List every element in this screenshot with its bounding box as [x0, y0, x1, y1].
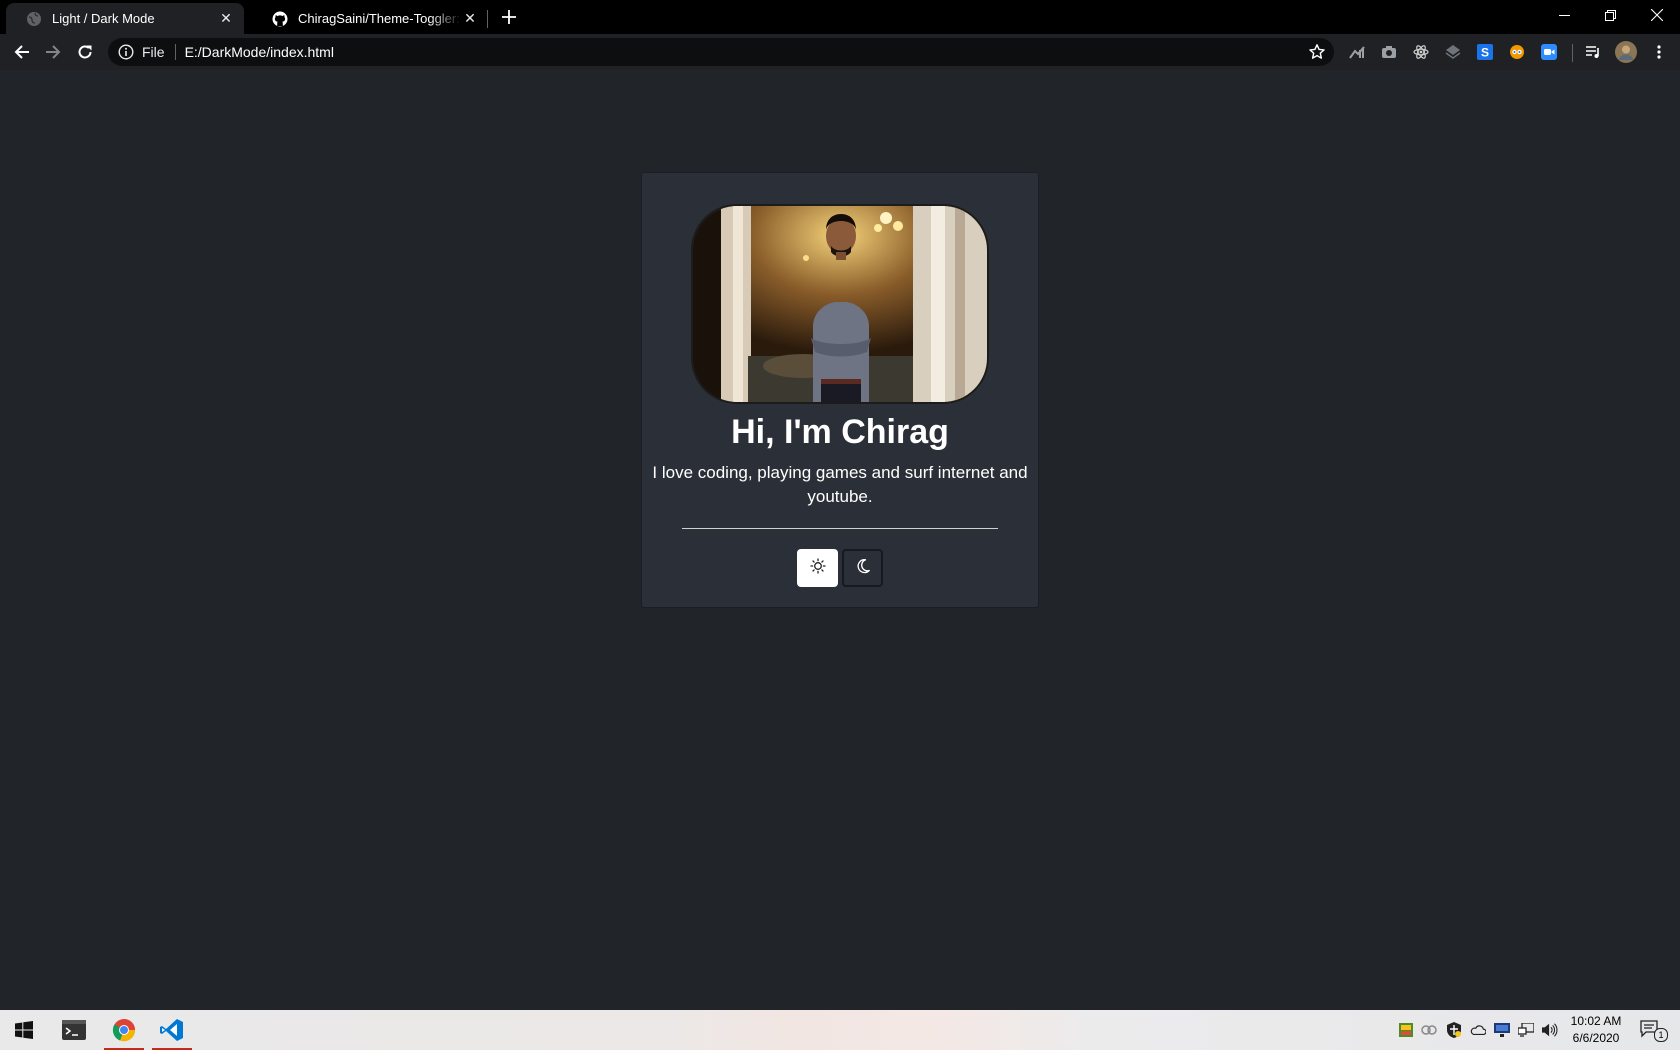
notification-center-icon[interactable]: 1: [1640, 1020, 1668, 1042]
toolbar-divider: [1572, 44, 1573, 62]
chrome-icon[interactable]: [100, 1010, 148, 1050]
close-tab-icon[interactable]: ✕: [462, 10, 478, 27]
windows-taskbar: 10:02 AM 6/6/2020 1: [0, 1010, 1680, 1050]
tray-link-icon[interactable]: [1421, 1022, 1437, 1038]
layers-extension-icon[interactable]: [1445, 44, 1461, 60]
clock-date: 6/6/2020: [1572, 1031, 1620, 1045]
profile-card: Hi, I'm Chirag I love coding, playing ga…: [641, 172, 1039, 608]
sun-icon: [809, 557, 826, 579]
skype-extension-icon[interactable]: S: [1477, 44, 1493, 60]
browser-menu-icon[interactable]: [1651, 44, 1667, 60]
address-bar[interactable]: File E:/DarkMode/index.html: [108, 38, 1334, 66]
tab-title: ChiragSaini/Theme-Toggler: Simple: [298, 11, 462, 26]
vscode-icon[interactable]: [148, 1010, 196, 1050]
url-text[interactable]: E:/DarkMode/index.html: [185, 44, 334, 60]
zoom-extension-icon[interactable]: [1541, 44, 1557, 60]
back-arrow-icon[interactable]: [8, 38, 36, 66]
onedrive-cloud-icon[interactable]: [1470, 1022, 1486, 1038]
dark-mode-button[interactable]: [842, 549, 883, 587]
notification-count: 1: [1654, 1028, 1668, 1042]
github-icon: [272, 11, 288, 27]
forward-arrow-icon[interactable]: [39, 38, 67, 66]
divider-line: [682, 528, 998, 529]
network-icon[interactable]: [1518, 1022, 1534, 1038]
light-mode-button[interactable]: [797, 549, 838, 587]
tab-title: Light / Dark Mode: [52, 11, 155, 26]
media-queue-icon[interactable]: [1585, 44, 1601, 60]
browser-toolbar: File E:/DarkMode/index.html S: [0, 34, 1680, 70]
tab-light-dark-mode[interactable]: Light / Dark Mode ✕: [6, 3, 244, 34]
chart-extension-icon[interactable]: [1349, 44, 1365, 60]
terminal-icon[interactable]: [50, 1010, 98, 1050]
close-tab-icon[interactable]: ✕: [218, 10, 234, 27]
greeting-heading: Hi, I'm Chirag: [731, 413, 949, 451]
svg-text:S: S: [1481, 46, 1489, 60]
info-icon[interactable]: [118, 44, 134, 60]
windows-start-icon[interactable]: [0, 1010, 48, 1050]
profile-photo: [691, 204, 989, 404]
bookmark-star-icon[interactable]: [1308, 43, 1326, 61]
display-settings-icon[interactable]: [1494, 1022, 1510, 1038]
close-window-icon[interactable]: [1634, 0, 1680, 30]
tray-app-icon[interactable]: [1398, 1022, 1414, 1038]
system-clock[interactable]: 10:02 AM 6/6/2020: [1556, 1013, 1636, 1047]
new-tab-plus-icon[interactable]: [498, 6, 520, 28]
restore-window-icon[interactable]: [1587, 0, 1633, 30]
url-scheme-label: File: [142, 44, 165, 60]
bio-text: I love coding, playing games and surf in…: [652, 463, 1028, 506]
tab-divider: [487, 10, 488, 28]
reload-icon[interactable]: [71, 38, 99, 66]
omnibox-divider: [174, 44, 176, 60]
globe-icon: [26, 11, 42, 27]
moon-icon: [855, 558, 871, 579]
tab-github-theme-toggler[interactable]: ChiragSaini/Theme-Toggler: Simple ✕: [252, 3, 488, 34]
profile-avatar-icon[interactable]: [1615, 41, 1637, 63]
camera-extension-icon[interactable]: [1381, 44, 1397, 60]
react-devtools-icon[interactable]: [1413, 44, 1429, 60]
minimize-window-icon[interactable]: [1541, 0, 1587, 30]
reader-extension-icon[interactable]: [1509, 44, 1525, 60]
security-shield-icon[interactable]: [1446, 1022, 1462, 1038]
browser-tab-strip: Light / Dark Mode ✕ ChiragSaini/Theme-To…: [0, 0, 1680, 34]
clock-time: 10:02 AM: [1570, 1014, 1622, 1028]
